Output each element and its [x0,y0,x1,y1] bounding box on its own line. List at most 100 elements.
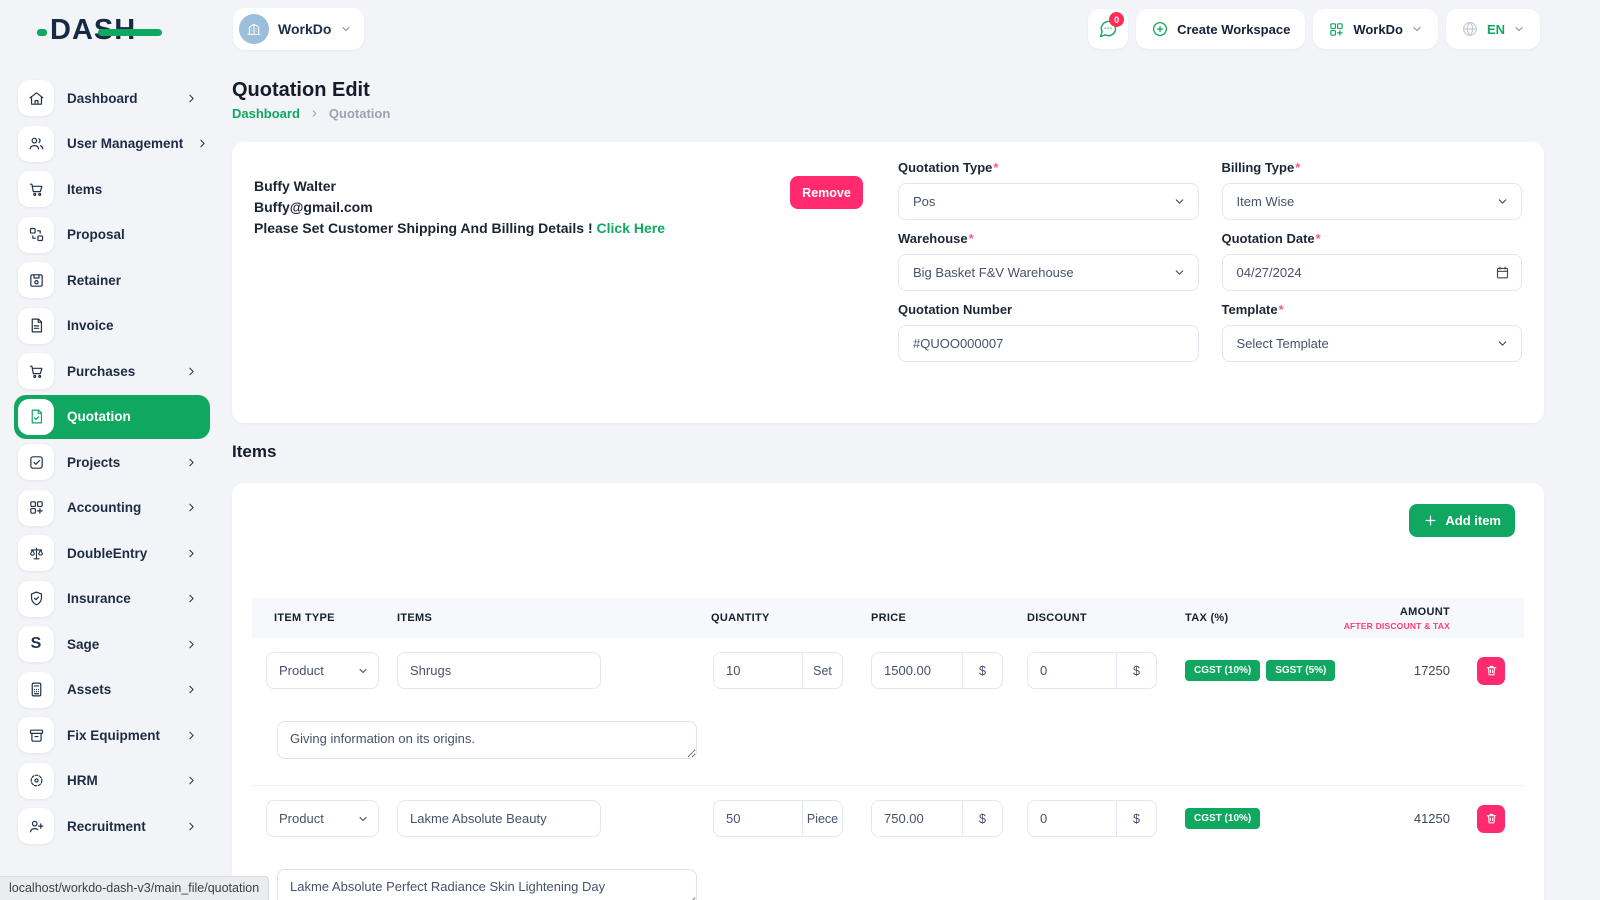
currency-addon: $ [1116,653,1156,688]
remove-customer-button[interactable]: Remove [790,176,863,209]
sidebar-item-user-management[interactable]: User Management [14,122,210,166]
sidebar-item-label: HRM [67,773,172,788]
workspace-menu-button[interactable]: WorkDo [1313,9,1438,49]
quotation-number-input[interactable] [913,336,1184,351]
sidebar-item-quotation[interactable]: Quotation [14,395,210,439]
discount-input[interactable] [1028,801,1116,836]
breadcrumb-current: Quotation [329,106,390,121]
sidebar-item-recruitment[interactable]: Recruitment [14,804,210,848]
quotation-number-label: Quotation Number [898,302,1012,317]
chevron-right-icon [185,774,198,787]
tax-badge: CGST (10%) [1185,808,1260,829]
sidebar-item-fix-equipment[interactable]: Fix Equipment [14,713,210,757]
currency-addon: $ [1116,801,1156,836]
unit-addon: Set [802,653,842,688]
cart-icon [18,171,54,207]
quantity-input[interactable] [714,801,802,836]
col-item-type: ITEM TYPE [252,612,397,624]
brand-logo[interactable]: DASH [50,14,136,47]
required-mark: * [969,231,974,246]
sidebar-item-invoice[interactable]: Invoice [14,304,210,348]
chevron-down-icon [1173,195,1186,208]
breadcrumb-dashboard-link[interactable]: Dashboard [232,106,300,121]
sidebar-item-accounting[interactable]: Accounting [14,486,210,530]
chevron-down-icon [1173,266,1186,279]
create-workspace-button[interactable]: Create Workspace [1136,9,1305,49]
set-billing-details-link[interactable]: Click Here [597,220,665,236]
item-name-input[interactable] [397,800,601,837]
billing-type-select[interactable]: Item Wise [1222,183,1523,220]
item-description-textarea[interactable]: Lakme Absolute Perfect Radiance Skin Lig… [277,869,697,900]
field-quotation-number: Quotation Number [898,302,1199,362]
chevron-down-icon [1411,23,1423,35]
quotation-date-input[interactable] [1237,265,1508,280]
sidebar-item-doubleentry[interactable]: DoubleEntry [14,531,210,575]
sidebar-item-label: User Management [67,136,183,151]
chevron-right-icon [185,547,198,560]
quotation-type-select[interactable]: Pos [898,183,1199,220]
item-type-select[interactable]: Product [266,652,379,689]
calendar-icon[interactable] [1495,265,1510,280]
quantity-input[interactable] [714,653,802,688]
billing-type-value: Item Wise [1237,194,1295,209]
status-bar-url: localhost/workdo-dash-v3/main_file/quota… [0,876,269,900]
chevron-right-icon [185,638,198,651]
items-table-body: Product Set [252,638,1524,900]
chevron-down-icon [340,23,352,35]
row-amount: 17250 [1375,663,1462,678]
globe-icon [1461,20,1479,38]
sidebar-item-label: DoubleEntry [67,546,172,561]
sidebar-item-assets[interactable]: Assets [14,668,210,712]
fixequipment-icon [18,717,54,753]
chevron-right-icon [309,108,320,119]
sidebar-item-sage[interactable]: S Sage [14,622,210,666]
trash-icon [1485,812,1498,825]
language-selector[interactable]: EN [1446,9,1540,49]
messages-badge: 0 [1109,12,1124,27]
sidebar-item-projects[interactable]: Projects [14,440,210,484]
col-items: ITEMS [397,612,711,624]
items-table-header: ITEM TYPE ITEMS QUANTITY PRICE DISCOUNT … [252,598,1524,638]
sidebar-item-label: Dashboard [67,91,172,106]
warehouse-select[interactable]: Big Basket F&V Warehouse [898,254,1199,291]
item-description-textarea[interactable]: Giving information on its origins. [277,721,697,759]
chevron-right-icon [185,456,198,469]
sidebar-item-retainer[interactable]: Retainer [14,258,210,302]
required-mark: * [1316,231,1321,246]
projects-icon [18,444,54,480]
messages-button[interactable]: 0 [1088,9,1128,49]
sidebar-item-label: Quotation [67,409,172,424]
add-item-label: Add item [1445,513,1501,528]
item-type-value: Product [279,663,324,678]
row-amount: 41250 [1375,811,1462,826]
delete-row-button[interactable] [1477,805,1505,833]
unit-addon: Piece [802,801,842,836]
sidebar-item-dashboard[interactable]: Dashboard [14,76,210,120]
users-icon [18,126,54,162]
assets-icon [18,672,54,708]
sidebar-item-purchases[interactable]: Purchases [14,349,210,393]
accounting-icon [18,490,54,526]
discount-input[interactable] [1028,653,1116,688]
delete-row-button[interactable] [1477,657,1505,685]
recruitment-icon [18,808,54,844]
create-workspace-label: Create Workspace [1177,22,1290,37]
item-name-input[interactable] [397,652,601,689]
price-input[interactable] [872,801,962,836]
warehouse-label: Warehouse [898,231,968,246]
workspace-switcher[interactable]: WorkDo [233,8,364,50]
sidebar-item-insurance[interactable]: Insurance [14,577,210,621]
sidebar-item-hrm[interactable]: HRM [14,759,210,803]
item-type-select[interactable]: Product [266,800,379,837]
template-label: Template [1222,302,1278,317]
sidebar-item-label: Items [67,182,172,197]
template-select[interactable]: Select Template [1222,325,1523,362]
quotation-icon [18,399,54,435]
sidebar-item-items[interactable]: Items [14,167,210,211]
quotation-date-field [1222,254,1523,291]
sidebar-item-proposal[interactable]: Proposal [14,213,210,257]
add-item-button[interactable]: Add item [1409,504,1515,537]
price-input[interactable] [872,653,962,688]
template-value: Select Template [1237,336,1329,351]
sidebar-item-label: Purchases [67,364,172,379]
